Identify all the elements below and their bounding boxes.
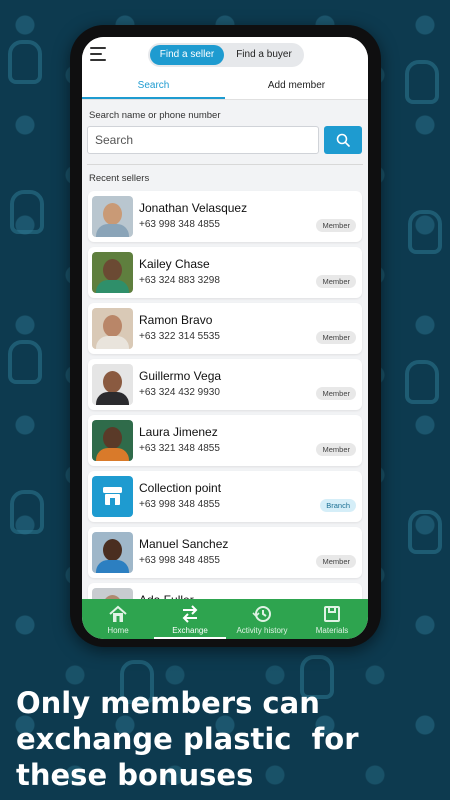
app-screen: Find a seller Find a buyer Search Add me… [82,37,368,639]
caption-line: Only members can [16,686,320,720]
seller-buyer-toggle: Find a seller Find a buyer [148,43,304,67]
exchange-icon [182,605,198,623]
seller-name: Kailey Chase [139,257,210,271]
hand-pattern-icon [10,490,44,534]
seller-card[interactable]: Laura Jimenez +63 321 348 4855 Member [88,415,362,466]
hand-pattern-icon [405,360,439,404]
seller-phone: +63 321 348 4855 [139,443,220,454]
search-button[interactable] [324,126,362,154]
seller-name: Ramon Bravo [139,313,213,327]
hand-pattern-icon [8,340,42,384]
promo-caption: Only members can exchange plastic for th… [16,685,436,793]
find-buyer-option[interactable]: Find a buyer [226,45,302,65]
caption-line: exchange plastic for [16,722,359,756]
member-badge: Member [316,443,356,456]
member-badge: Member [316,275,356,288]
avatar [92,420,133,461]
seller-card[interactable]: Guillermo Vega +63 324 432 9930 Member [88,359,362,410]
seller-name: Manuel Sanchez [139,537,229,551]
seller-name: Guillermo Vega [139,369,222,383]
tab-search[interactable]: Search [82,75,225,99]
caption-line: these bonuses [16,758,254,792]
seller-name: Jonathan Velasquez [139,201,248,215]
home-icon [109,605,127,622]
avatar [92,364,133,405]
seller-phone: +63 998 348 4855 [139,555,220,566]
seller-card[interactable]: Collection point +63 998 348 4855 Branch [88,471,362,522]
search-label: Search name or phone number [89,110,221,121]
top-bar: Find a seller Find a buyer [82,37,368,75]
search-icon [336,133,350,147]
avatar [92,252,133,293]
find-seller-option[interactable]: Find a seller [150,45,224,65]
avatar [92,532,133,573]
active-indicator [154,637,226,639]
bottom-navigation: Home Exchange Activity history Materials [82,599,368,639]
member-badge: Member [316,387,356,400]
nav-activity-history[interactable]: Activity history [226,599,298,639]
hand-pattern-icon [10,190,44,234]
seller-phone: +63 998 348 4855 [139,219,220,230]
seller-phone: +63 998 348 4855 [139,499,220,510]
divider [87,164,363,165]
seller-card[interactable]: Jonathan Velasquez +63 998 348 4855 Memb… [88,191,362,242]
seller-card[interactable]: Kailey Chase +63 324 883 3298 Member [88,247,362,298]
member-badge: Member [316,219,356,232]
tab-bar: Search Add member [82,75,368,100]
seller-phone: +63 324 432 9930 [139,387,220,398]
seller-phone: +63 322 314 5535 [139,331,220,342]
seller-phone: +63 324 883 3298 [139,275,220,286]
seller-name: Collection point [139,481,222,495]
store-icon [103,487,122,505]
hand-pattern-icon [408,210,442,254]
member-badge: Member [316,331,356,344]
avatar [92,196,133,237]
member-badge: Member [316,555,356,568]
hand-pattern-icon [405,60,439,104]
recent-sellers-label: Recent sellers [89,173,150,184]
seller-card[interactable]: Manuel Sanchez +63 998 348 4855 Member [88,527,362,578]
hamburger-icon[interactable] [90,47,106,61]
nav-home[interactable]: Home [82,599,154,639]
history-icon [252,606,271,622]
branch-badge: Branch [320,499,356,512]
tab-add-member[interactable]: Add member [225,75,368,99]
nav-exchange-label: Exchange [172,626,208,635]
avatar [92,476,133,517]
nav-materials-label: Materials [315,626,349,635]
avatar [92,308,133,349]
seller-name: Laura Jimenez [139,425,218,439]
nav-materials[interactable]: Materials [296,599,368,639]
nav-home-label: Home [107,626,129,635]
nav-exchange[interactable]: Exchange [154,599,226,639]
nav-activity-history-label: Activity history [236,626,288,635]
materials-icon [324,606,340,622]
seller-card[interactable]: Ramon Bravo +63 322 314 5535 Member [88,303,362,354]
hand-pattern-icon [408,510,442,554]
search-input[interactable] [87,126,319,154]
hand-pattern-icon [8,40,42,84]
